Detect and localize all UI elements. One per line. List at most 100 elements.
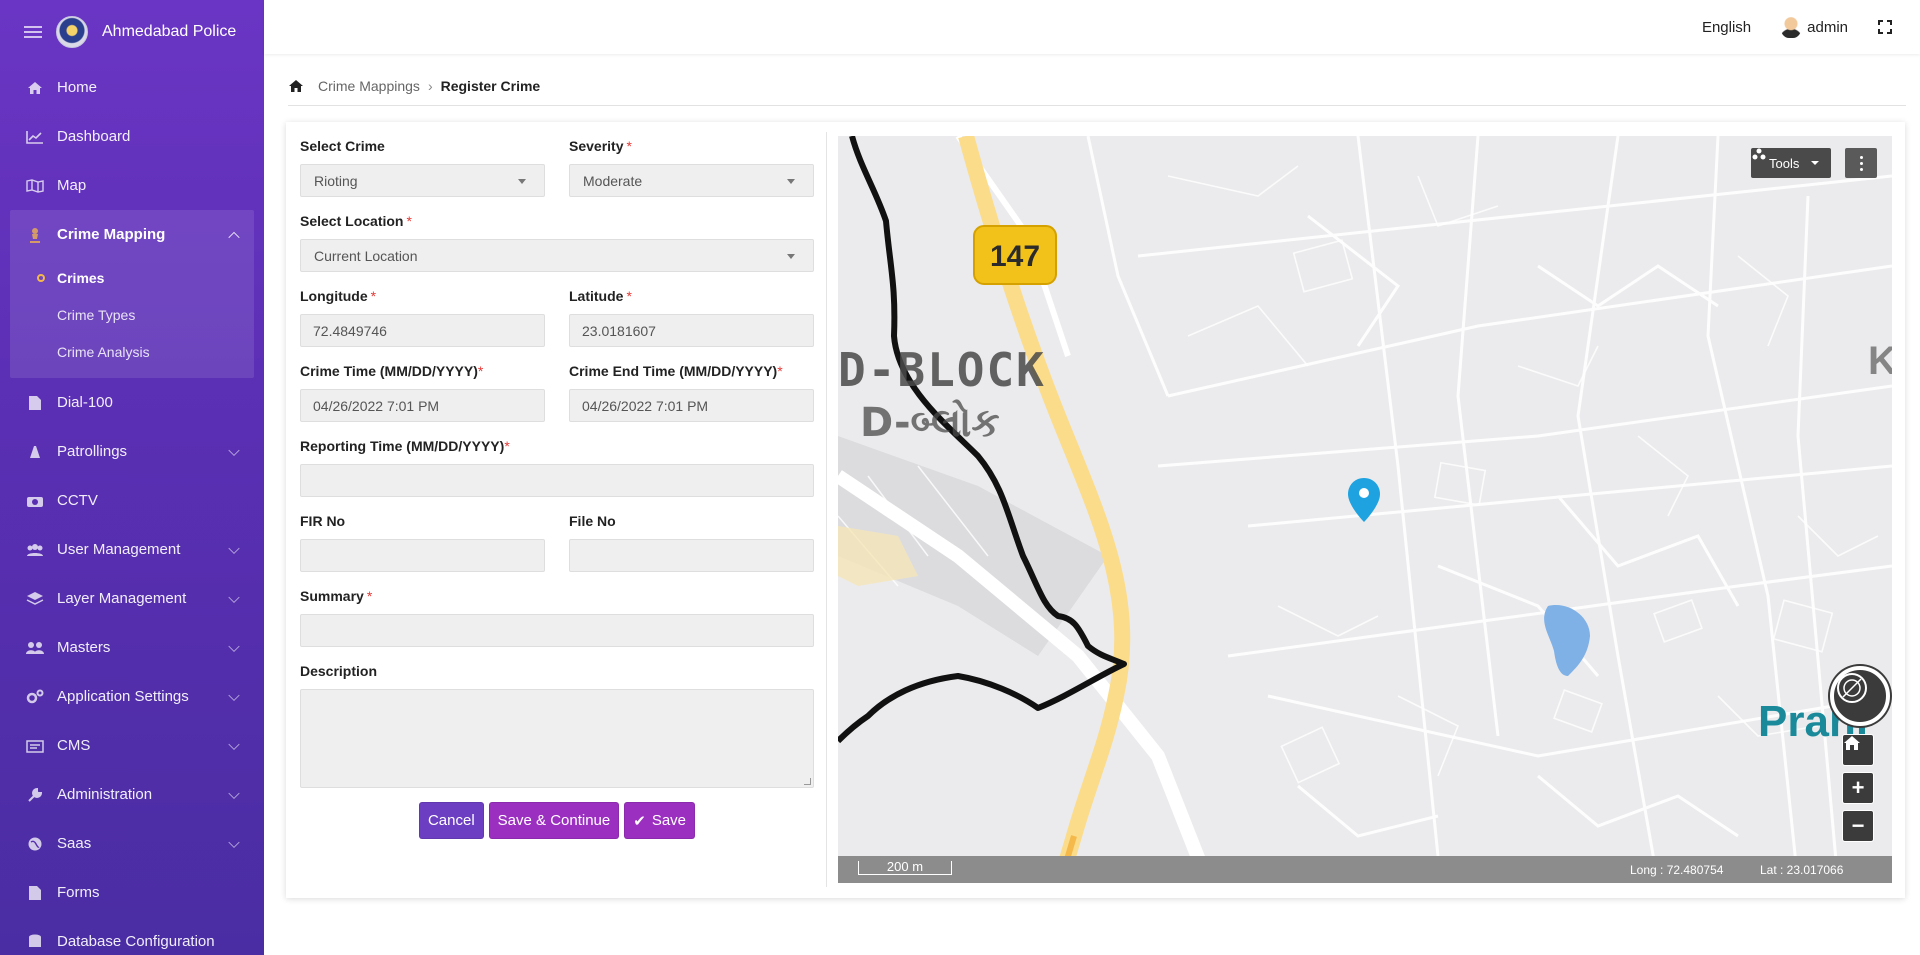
breadcrumb-crime-mappings[interactable]: Crime Mappings [318, 78, 420, 94]
sidebar-subitem-crime-analysis[interactable]: Crime Analysis [10, 333, 254, 370]
sidebar-item-masters[interactable]: Masters [0, 623, 264, 672]
police-logo [56, 15, 88, 48]
sidebar-item-dial-100[interactable]: Dial-100 [0, 378, 264, 427]
sidebar-brand: Ahmedabad Police [0, 0, 264, 63]
map-home-button[interactable] [1842, 734, 1874, 766]
sidebar-item-application-settings[interactable]: Application Settings [0, 672, 264, 721]
sidebar-item-label: Dial-100 [57, 394, 113, 411]
crime-mapping-icon [25, 227, 45, 243]
sidebar-item-forms[interactable]: Forms [0, 868, 264, 917]
chevron-down-icon [228, 640, 240, 652]
tools-label: Tools [1769, 155, 1800, 171]
sidebar-subitem-crimes[interactable]: Crimes [10, 259, 254, 296]
crime-end-time-field[interactable]: 04/26/2022 7:01 PM [569, 389, 814, 422]
zoom-in-button[interactable]: + [1842, 772, 1874, 804]
sidebar-item-label: Map [57, 177, 87, 194]
fullscreen-icon[interactable] [1878, 20, 1892, 34]
sidebar-item-map[interactable]: Map [0, 161, 264, 210]
wrench-icon [25, 787, 45, 803]
app-title: Ahmedabad Police [102, 22, 237, 40]
chevron-down-icon [228, 689, 240, 701]
file-no-label: File No [569, 513, 616, 529]
breadcrumb: Crime Mappings › Register Crime [288, 66, 1906, 106]
sidebar-subitem-crime-types[interactable]: Crime Types [10, 296, 254, 333]
language-selector[interactable]: English [1702, 19, 1751, 36]
select-location-dropdown[interactable]: Current Location [300, 239, 814, 272]
reporting-time-field[interactable] [300, 464, 814, 497]
register-crime-card: Select Crime Rioting Severity * Moderate … [286, 122, 1905, 898]
tools-button[interactable]: Tools [1751, 148, 1832, 178]
sidebar-item-database-configuration[interactable]: Database Configuration [0, 917, 264, 955]
chevron-down-icon [228, 591, 240, 603]
chevron-down-icon [228, 836, 240, 848]
map-label-d-block-gujarati: D-બ્લોક [860, 399, 1000, 446]
map-status-bar: 200 m Long : 72.480754 Lat : 23.017066 [838, 856, 1892, 883]
layers-icon [25, 591, 45, 607]
reporting-time-label: Reporting Time (MM/DD/YYYY)* [300, 438, 510, 454]
sidebar-item-patrollings[interactable]: Patrollings [0, 427, 264, 476]
sidebar-item-home[interactable]: Home [0, 63, 264, 112]
map-label-d-block: D-BLOCK [838, 343, 1046, 397]
scale-bar: 200 m [858, 860, 952, 875]
sidebar-nav-lower: Dial-100 Patrollings CCTV User Managemen… [0, 378, 264, 955]
more-options-button[interactable] [1845, 148, 1877, 178]
menu-toggle-icon[interactable] [24, 25, 42, 38]
plus-icon: + [1851, 775, 1865, 800]
sidebar-item-label: CCTV [57, 492, 98, 509]
description-textarea[interactable] [300, 689, 814, 788]
sidebar-item-dashboard[interactable]: Dashboard [0, 112, 264, 161]
sidebar-item-crime-mapping[interactable]: Crime Mapping [10, 210, 254, 259]
sidebar-item-label: Database Configuration [57, 933, 215, 950]
fir-no-field[interactable] [300, 539, 545, 572]
sidebar-item-layer-management[interactable]: Layer Management [0, 574, 264, 623]
chevron-down-icon [228, 542, 240, 554]
longitude-field[interactable]: 72.4849746 [300, 314, 545, 347]
save-continue-button[interactable]: Save & Continue [488, 802, 620, 839]
file-no-field[interactable] [569, 539, 814, 572]
database-icon [25, 934, 45, 950]
divider [826, 132, 827, 887]
select-crime-dropdown[interactable]: Rioting [300, 164, 545, 197]
map-view[interactable]: Prahl K D-BLOCK D-બ્લોક 147 Tools + − 20… [838, 136, 1892, 883]
select-crime-label: Select Crime [300, 138, 385, 154]
user-menu[interactable]: admin [1781, 16, 1848, 38]
severity-dropdown[interactable]: Moderate [569, 164, 814, 197]
latitude-readout: Lat : 23.017066 [1760, 863, 1844, 877]
zoom-out-button[interactable]: − [1842, 810, 1874, 842]
chevron-down-icon [228, 787, 240, 799]
patrol-icon [25, 444, 45, 460]
summary-label: Summary * [300, 588, 373, 604]
sidebar-item-label: Crime Mapping [57, 226, 166, 243]
chevron-down-icon [228, 444, 240, 456]
sidebar-item-label: Administration [57, 786, 153, 803]
latitude-field[interactable]: 23.0181607 [569, 314, 814, 347]
sidebar-item-label: Forms [57, 884, 100, 901]
home-icon[interactable] [288, 79, 304, 93]
description-label: Description [300, 663, 378, 679]
sidebar-item-label: Masters [57, 639, 111, 656]
sidebar-item-label: Saas [57, 835, 92, 852]
map-canvas: Prahl K D-BLOCK D-બ્લોક 147 [838, 136, 1892, 883]
document-icon [25, 395, 45, 411]
sidebar-item-label: Patrollings [57, 443, 128, 460]
sidebar-item-user-management[interactable]: User Management [0, 525, 264, 574]
sidebar-item-label: User Management [57, 541, 181, 558]
sidebar-item-administration[interactable]: Administration [0, 770, 264, 819]
form-actions: Cancel Save & Continue ✔ Save [300, 802, 814, 839]
summary-field[interactable] [300, 614, 814, 647]
cogs-icon [25, 689, 45, 705]
crime-time-field[interactable]: 04/26/2022 7:01 PM [300, 389, 545, 422]
topbar: English admin [264, 0, 1920, 54]
sidebar-item-cctv[interactable]: CCTV [0, 476, 264, 525]
sidebar-subitem-label: Crimes [57, 269, 105, 286]
select-location-label: Select Location * [300, 213, 412, 229]
compass-icon[interactable] [1830, 666, 1890, 726]
users-icon [25, 542, 45, 558]
cms-icon [25, 738, 45, 754]
save-button[interactable]: ✔ Save [624, 802, 696, 839]
sidebar-item-saas[interactable]: Saas [0, 819, 264, 868]
sidebar-item-cms[interactable]: CMS [0, 721, 264, 770]
cancel-button[interactable]: Cancel [418, 802, 484, 839]
avatar [1781, 16, 1802, 38]
register-crime-form: Select Crime Rioting Severity * Moderate … [300, 122, 814, 839]
